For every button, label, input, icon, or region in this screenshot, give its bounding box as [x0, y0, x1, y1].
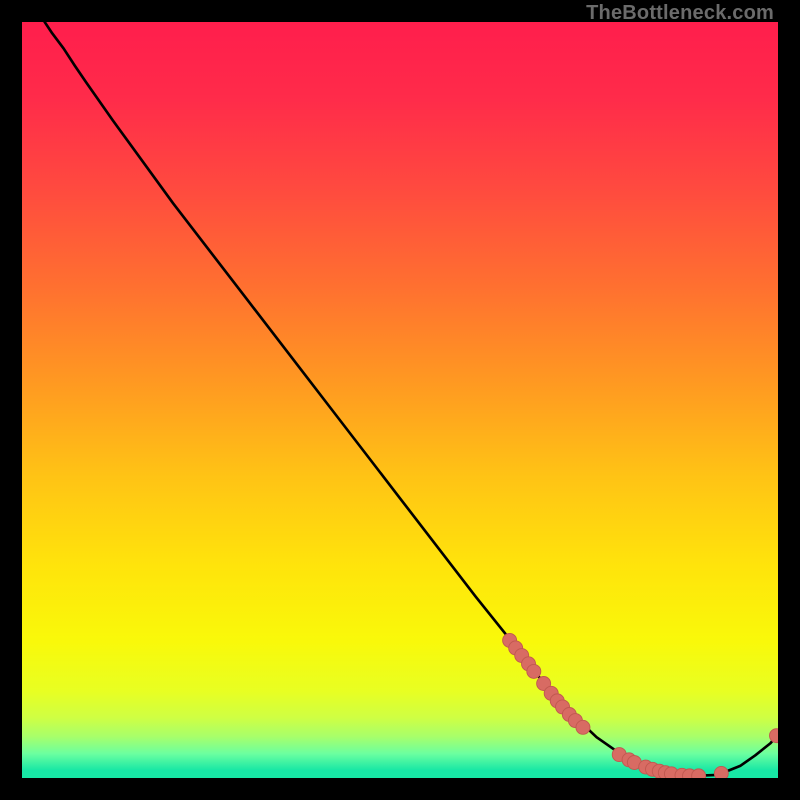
background-gradient: [22, 22, 778, 778]
chart-stage: TheBottleneck.com: [0, 0, 800, 800]
plot-area: [22, 22, 778, 778]
